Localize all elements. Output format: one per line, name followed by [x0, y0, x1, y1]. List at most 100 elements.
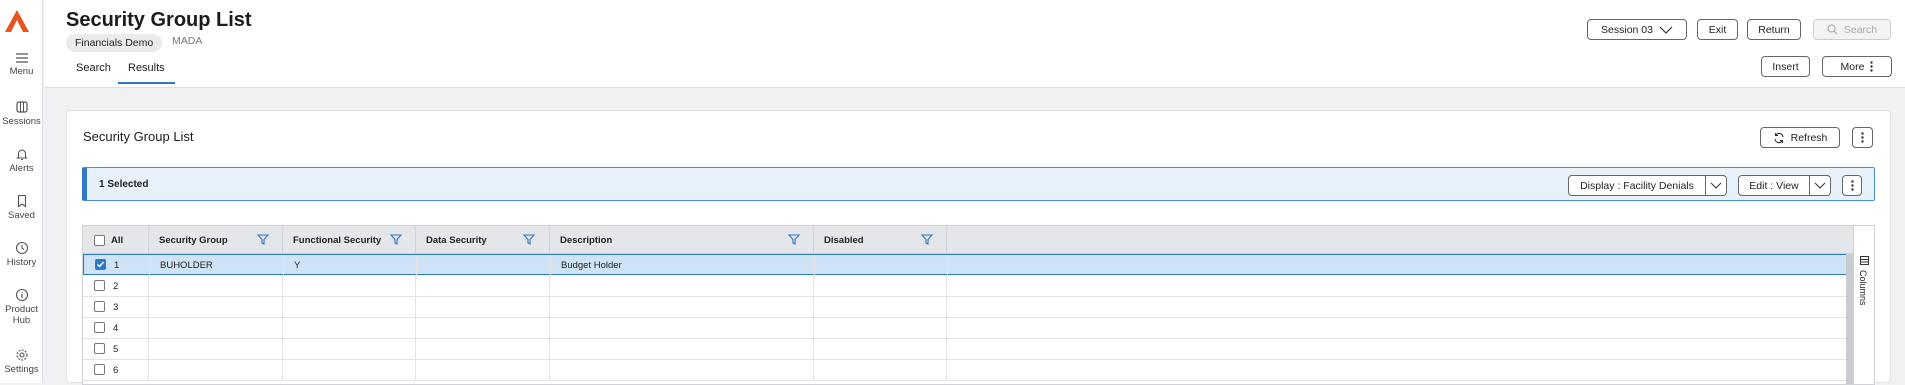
table-row[interactable]: 4: [83, 318, 1855, 339]
grid-scrollbar[interactable]: [1846, 254, 1853, 384]
chevron-down-icon: [1814, 182, 1826, 189]
row-select-cell[interactable]: 4: [83, 318, 149, 339]
columns-label: Columns: [1858, 270, 1868, 306]
row-select-cell[interactable]: 6: [83, 360, 149, 381]
column-header-data-security[interactable]: Data Security: [416, 226, 550, 254]
select-all-checkbox[interactable]: [94, 235, 105, 246]
cell-data-security[interactable]: [417, 255, 551, 276]
cell-security-group[interactable]: [149, 318, 283, 339]
columns-panel-toggle[interactable]: Columns: [1853, 226, 1874, 384]
table-row[interactable]: 6: [83, 360, 1855, 381]
row-checkbox[interactable]: [94, 343, 105, 354]
rail-label: Alerts: [9, 163, 34, 174]
cell-description[interactable]: [550, 276, 814, 297]
display-dropdown[interactable]: Display : Facility Denials: [1568, 175, 1706, 196]
cell-security-group[interactable]: [149, 297, 283, 318]
row-checkbox[interactable]: [94, 280, 105, 291]
row-select-cell[interactable]: 5: [83, 339, 149, 360]
context-badge[interactable]: Financials Demo: [66, 34, 163, 52]
cell-disabled[interactable]: [814, 276, 947, 297]
cell-disabled[interactable]: [814, 318, 947, 339]
row-select-cell[interactable]: 1: [84, 255, 150, 276]
cell-description[interactable]: [550, 360, 814, 381]
filter-icon[interactable]: [788, 234, 800, 245]
session-dropdown[interactable]: Session 03: [1587, 19, 1687, 40]
tab-search[interactable]: Search: [76, 62, 111, 82]
edit-dropdown-toggle[interactable]: [1809, 175, 1831, 196]
table-row[interactable]: 3: [83, 297, 1855, 318]
cell-functional-security[interactable]: [283, 339, 416, 360]
rail-item-product-hub[interactable]: Product Hub: [0, 288, 43, 326]
rail-label: Product: [5, 304, 38, 315]
cell-description[interactable]: [550, 318, 814, 339]
selection-menu-button[interactable]: [1842, 175, 1862, 196]
tab-results[interactable]: Results: [118, 62, 175, 84]
more-button[interactable]: More: [1822, 56, 1892, 77]
filter-icon[interactable]: [921, 234, 933, 245]
return-button[interactable]: Return: [1747, 19, 1801, 40]
cell-disabled[interactable]: [814, 339, 947, 360]
cell-security-group[interactable]: BUHOLDER: [150, 255, 284, 276]
row-checkbox[interactable]: [94, 322, 105, 333]
cell-security-group[interactable]: [149, 339, 283, 360]
display-dropdown-toggle[interactable]: [1705, 175, 1727, 196]
page-header: Security Group List Financials Demo MADA…: [44, 0, 1905, 88]
refresh-icon: [1774, 132, 1784, 143]
rail-item-alerts[interactable]: Alerts: [0, 147, 43, 174]
cell-functional-security[interactable]: [283, 276, 416, 297]
page-title: Security Group List: [66, 9, 252, 31]
bell-icon: [15, 149, 28, 160]
row-checkbox[interactable]: [95, 259, 106, 270]
row-checkbox[interactable]: [94, 301, 105, 312]
cell-description[interactable]: [550, 297, 814, 318]
cell-disabled[interactable]: [815, 255, 948, 276]
column-header-disabled[interactable]: Disabled: [814, 226, 947, 254]
filter-icon[interactable]: [257, 234, 269, 245]
column-header-description[interactable]: Description: [550, 226, 814, 254]
rail-item-settings[interactable]: Settings: [0, 348, 43, 375]
column-label: Data Security: [426, 235, 487, 246]
cell-functional-security[interactable]: [283, 318, 416, 339]
rail-item-menu[interactable]: Menu: [0, 52, 43, 77]
exit-button[interactable]: Exit: [1697, 19, 1738, 40]
edit-dropdown[interactable]: Edit : View: [1738, 175, 1810, 196]
chevron-down-icon: [1710, 182, 1722, 189]
app-logo-icon[interactable]: [4, 8, 30, 34]
cell-security-group[interactable]: [149, 276, 283, 297]
rail-item-sessions[interactable]: Sessions: [0, 100, 43, 127]
checkmark-icon: [97, 261, 105, 268]
hamburger-icon: [15, 53, 28, 63]
row-select-cell[interactable]: 2: [83, 276, 149, 297]
row-select-cell[interactable]: 3: [83, 297, 149, 318]
column-header-functional-security[interactable]: Functional Security: [283, 226, 416, 254]
select-all-cell[interactable]: All: [83, 226, 149, 254]
cell-description[interactable]: [550, 339, 814, 360]
cell-data-security[interactable]: [416, 297, 550, 318]
cell-functional-security[interactable]: [283, 360, 416, 381]
cell-data-security[interactable]: [416, 339, 550, 360]
column-header-security-group[interactable]: Security Group: [149, 226, 283, 254]
cell-disabled[interactable]: [814, 297, 947, 318]
table-row[interactable]: 2: [83, 276, 1855, 297]
table-row[interactable]: 5: [83, 339, 1855, 360]
refresh-label: Refresh: [1790, 131, 1828, 144]
rail-item-saved[interactable]: Saved: [0, 194, 43, 221]
refresh-button[interactable]: Refresh: [1760, 127, 1840, 148]
cell-disabled[interactable]: [814, 360, 947, 381]
row-checkbox[interactable]: [94, 364, 105, 375]
table-row[interactable]: 1 BUHOLDER Y Budget Holder: [83, 254, 1855, 276]
card-menu-button[interactable]: [1852, 127, 1873, 148]
cell-data-security[interactable]: [416, 318, 550, 339]
cell-description[interactable]: Budget Holder: [551, 255, 815, 276]
rail-item-history[interactable]: History: [0, 241, 43, 268]
cell-functional-security[interactable]: [283, 297, 416, 318]
filter-icon[interactable]: [390, 234, 402, 245]
cell-data-security[interactable]: [416, 360, 550, 381]
cell-functional-security[interactable]: Y: [284, 255, 417, 276]
cell-data-security[interactable]: [416, 276, 550, 297]
filter-icon[interactable]: [523, 234, 535, 245]
cell-security-group[interactable]: [149, 360, 283, 381]
search-button[interactable]: Search: [1813, 19, 1891, 40]
clock-icon: [15, 241, 28, 255]
insert-button[interactable]: Insert: [1761, 56, 1810, 77]
